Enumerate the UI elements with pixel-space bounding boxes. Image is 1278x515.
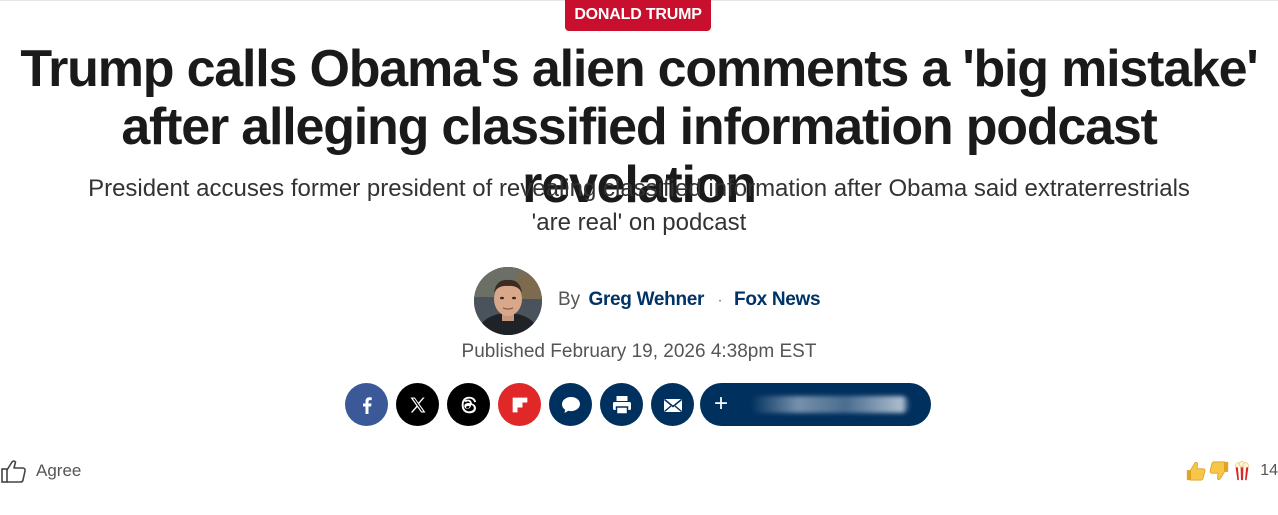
print-icon: [612, 395, 631, 415]
email-button[interactable]: [651, 383, 694, 426]
facebook-icon: [362, 396, 372, 414]
share-flipboard-button[interactable]: [498, 383, 541, 426]
outlet-link[interactable]: Fox News: [734, 289, 821, 310]
article-subheadline: President accuses former president of re…: [60, 172, 1218, 240]
share-threads-button[interactable]: [447, 383, 490, 426]
x-icon: [410, 397, 425, 412]
thumbs-up-icon: [1, 460, 26, 483]
byline-separator: ·: [717, 292, 723, 309]
byline: By Greg Wehner · Fox News: [558, 288, 821, 313]
thumbs-down-icon: [1209, 461, 1229, 480]
agree-label: Agree: [36, 461, 82, 480]
category-badge[interactable]: DONALD TRUMP: [565, 0, 711, 31]
byline-prefix: By: [558, 289, 581, 310]
share-facebook-button[interactable]: [345, 383, 388, 426]
author-avatar[interactable]: [474, 267, 542, 335]
author-link[interactable]: Greg Wehner: [588, 289, 704, 310]
reactions-summary[interactable]: 14: [1185, 456, 1278, 486]
plus-icon: +: [714, 390, 729, 417]
share-x-button[interactable]: [396, 383, 439, 426]
published-timestamp: Published February 19, 2026 4:38pm EST: [461, 341, 817, 362]
reaction-count: 14: [1260, 462, 1278, 479]
subhead-line-2: 'are real' on podcast: [531, 209, 747, 236]
obscured-label: [750, 396, 910, 413]
comment-icon: [561, 396, 580, 413]
headline-line-1: Trump calls Obama's alien comments a 'bi…: [20, 40, 1258, 98]
comments-button[interactable]: [549, 383, 592, 426]
email-icon: [663, 398, 682, 412]
subhead-line-1: President accuses former president of re…: [88, 175, 1190, 202]
flipboard-icon: [512, 397, 527, 412]
agree-button[interactable]: Agree: [0, 456, 81, 486]
popcorn-icon: [1235, 461, 1249, 481]
print-button[interactable]: [600, 383, 643, 426]
thumbs-up-icon: [1187, 462, 1206, 481]
threads-icon: [461, 396, 476, 413]
more-share-button[interactable]: +: [700, 383, 931, 426]
